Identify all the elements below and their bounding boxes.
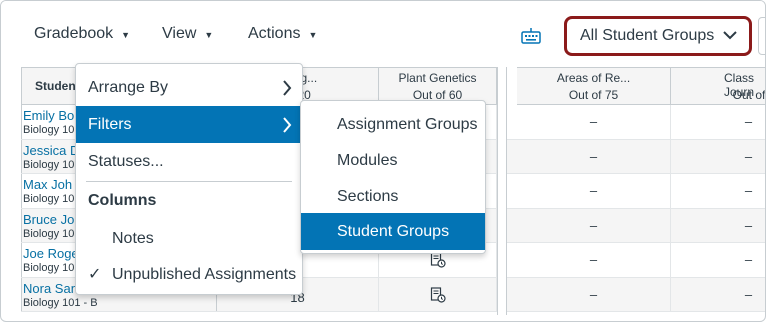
menu-item-label: Sections — [337, 188, 399, 205]
grade-cell[interactable]: – — [671, 105, 765, 139]
submenu-item-student-groups[interactable]: Student Groups — [301, 213, 485, 250]
caret-down-icon: ▼ — [308, 30, 318, 40]
view-menu-button[interactable]: View ▼ — [162, 25, 213, 43]
grade-cell[interactable]: – — [671, 140, 765, 174]
submission-icon — [430, 286, 446, 303]
keyboard-icon[interactable] — [521, 28, 541, 44]
grade-cell[interactable]: – — [517, 243, 671, 277]
menu-item-label: Unpublished Assignments — [112, 266, 297, 283]
menu-item-arrange-by[interactable]: Arrange By — [76, 69, 302, 106]
student-section: Biology 10 — [23, 227, 75, 240]
menu-item-unpublished-assignments[interactable]: ✓ Unpublished Assignments — [76, 256, 302, 293]
overflow-control[interactable] — [758, 17, 765, 55]
grade-cell[interactable]: – — [671, 174, 765, 208]
actions-label: Actions — [248, 25, 301, 42]
column-points: Out of 75 — [568, 88, 619, 102]
student-section: Biology 10 — [23, 262, 75, 274]
student-group-select-value: All Student Groups — [580, 27, 715, 44]
menu-item-notes[interactable]: Notes — [76, 220, 302, 257]
submenu-item-sections[interactable]: Sections — [301, 178, 485, 215]
grade-cell[interactable]: – — [517, 139, 671, 173]
student-name-link[interactable]: Bruce Jo — [23, 212, 74, 227]
grade-cell[interactable]: – — [671, 278, 765, 312]
submenu-item-assignment-groups[interactable]: Assignment Groups — [301, 106, 485, 143]
menu-heading-label: Columns — [88, 192, 157, 209]
chevron-right-icon — [283, 117, 292, 133]
assignment-column-header[interactable]: Class Journ Out of — [671, 67, 766, 105]
submenu-item-modules[interactable]: Modules — [301, 142, 485, 179]
student-section: Biology 10 — [23, 158, 75, 171]
student-section: Biology 10 — [23, 124, 75, 136]
column-title: Plant Genetics — [398, 71, 477, 85]
grade-cell[interactable]: – — [517, 174, 671, 208]
student-section: Biology 101 - B — [23, 296, 98, 309]
caret-down-icon: ▼ — [121, 30, 131, 40]
student-name-link[interactable]: Emily Bo — [23, 108, 74, 123]
grade-cell[interactable]: – — [671, 243, 765, 277]
menu-item-label: Filters — [88, 116, 132, 133]
menu-item-label: Notes — [112, 230, 154, 247]
assignment-column-header[interactable]: Areas of Re... Out of 75 — [517, 67, 671, 105]
student-name-link[interactable]: Joe Roge — [23, 246, 79, 261]
student-name-link[interactable]: Jessica D — [23, 143, 79, 158]
student-group-select[interactable]: All Student Groups — [564, 16, 752, 56]
view-label: View — [162, 25, 197, 42]
student-name-link[interactable]: Max Joh — [23, 177, 72, 192]
grade-cell[interactable] — [379, 277, 497, 311]
gradebook-menu-button[interactable]: Gradebook ▼ — [34, 25, 130, 43]
menu-item-label: Statuses... — [88, 153, 164, 170]
filters-submenu: Assignment Groups Modules Sections Stude… — [300, 100, 486, 254]
menu-item-label: Student Groups — [337, 223, 450, 240]
actions-menu-button[interactable]: Actions ▼ — [248, 25, 317, 43]
student-header-label: Student — [35, 79, 80, 93]
grade-cell[interactable]: – — [517, 105, 671, 139]
toolbar: Gradebook ▼ View ▼ Actions ▼ All Student… — [1, 1, 765, 67]
gradebook-label: Gradebook — [34, 25, 114, 42]
caret-down-icon: ▼ — [204, 30, 214, 40]
gradebook-window: Gradebook ▼ View ▼ Actions ▼ All Student… — [0, 0, 766, 322]
chevron-right-icon — [283, 80, 292, 96]
submission-icon — [430, 252, 446, 268]
student-section: Biology 10 — [23, 193, 75, 205]
checkmark-icon: ✓ — [88, 266, 102, 283]
menu-item-filters[interactable]: Filters — [76, 106, 302, 143]
menu-item-label: Modules — [337, 152, 398, 169]
menu-heading-columns: Columns — [76, 182, 302, 219]
menu-item-label: Assignment Groups — [337, 116, 478, 133]
menu-item-statuses[interactable]: Statuses... — [76, 143, 302, 180]
view-dropdown-menu: Arrange By Filters Statuses... Columns N… — [75, 63, 303, 295]
frozen-column-divider — [497, 67, 507, 315]
column-title: Areas of Re... — [556, 71, 631, 85]
grade-cell[interactable]: – — [517, 208, 671, 242]
grade-cell[interactable]: – — [671, 209, 765, 243]
column-points: Out of — [732, 88, 766, 102]
chevron-down-icon — [723, 31, 737, 40]
menu-item-label: Arrange By — [88, 79, 169, 96]
grade-cell[interactable]: – — [517, 277, 671, 311]
